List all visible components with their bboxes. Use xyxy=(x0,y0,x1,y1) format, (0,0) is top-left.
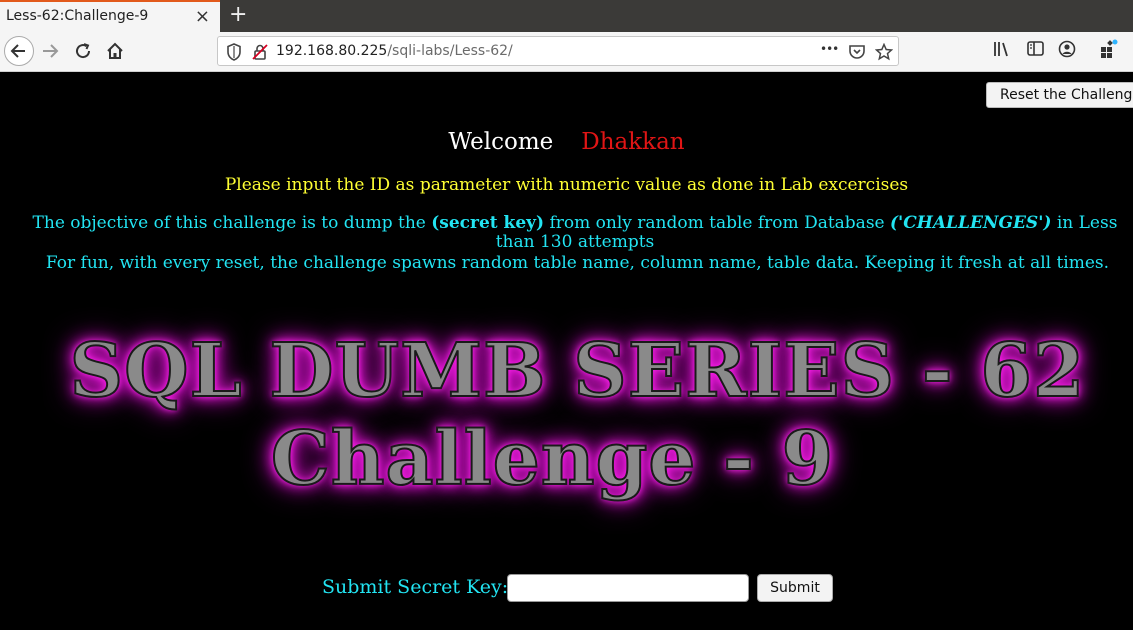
secret-key-input[interactable] xyxy=(507,574,749,602)
home-icon xyxy=(107,42,123,59)
objective-mid: from only random table from Database xyxy=(544,213,891,233)
banner-subtitle: Challenge - 9 xyxy=(270,415,835,503)
forward-button[interactable] xyxy=(35,36,65,66)
reload-button[interactable] xyxy=(68,36,98,66)
back-arrow-icon xyxy=(10,44,25,58)
submit-key-label: Submit Secret Key: xyxy=(322,576,509,598)
forward-arrow-icon xyxy=(43,44,59,58)
address-bar[interactable]: 192.168.80.225/sqli-labs/Less-62/ ••• xyxy=(217,36,899,66)
tab-title: Less-62:Challenge-9 xyxy=(6,8,149,24)
navigation-toolbar: 192.168.80.225/sqli-labs/Less-62/ ••• xyxy=(0,32,1133,72)
shield-icon[interactable] xyxy=(226,43,242,61)
instruction-text: Please input the ID as parameter with nu… xyxy=(224,175,909,195)
home-button[interactable] xyxy=(100,36,130,66)
fun-text: For fun, with every reset, the challenge… xyxy=(45,253,1110,273)
page-actions-icon[interactable]: ••• xyxy=(820,42,839,56)
reload-icon xyxy=(76,43,91,59)
close-tab-icon[interactable]: × xyxy=(195,6,210,27)
bookmark-star-icon[interactable] xyxy=(875,43,893,61)
objective-pre: The objective of this challenge is to du… xyxy=(32,213,432,233)
welcome-line: Welcome Dhakkan xyxy=(0,129,1133,155)
objective-text: The objective of this challenge is to du… xyxy=(25,214,1125,252)
welcome-username: Dhakkan xyxy=(581,129,685,155)
objective-secret-key: (secret key) xyxy=(431,213,545,233)
objective-database: ('CHALLENGES') xyxy=(890,213,1052,233)
tab-active[interactable]: Less-62:Challenge-9 × xyxy=(0,0,220,32)
url-text[interactable]: 192.168.80.225/sqli-labs/Less-62/ xyxy=(276,43,513,59)
reset-challenge-button[interactable]: Reset the Challenge! xyxy=(986,82,1133,108)
banner-title: SQL DUMB SERIES - 62 xyxy=(69,327,1086,415)
library-icon[interactable] xyxy=(992,38,1012,60)
url-host: 192.168.80.225 xyxy=(276,43,388,59)
back-button[interactable] xyxy=(4,36,34,66)
sidebar-icon[interactable] xyxy=(1026,38,1046,60)
submit-button[interactable]: Submit xyxy=(757,574,833,602)
new-tab-icon[interactable]: + xyxy=(229,2,247,27)
tab-strip: Less-62:Challenge-9 × + xyxy=(0,0,1133,32)
insecure-lock-icon[interactable] xyxy=(252,43,268,61)
welcome-label: Welcome xyxy=(448,129,554,155)
extensions-icon[interactable] xyxy=(1098,38,1120,60)
url-path: /sqli-labs/Less-62/ xyxy=(387,43,513,59)
pocket-icon[interactable] xyxy=(848,43,866,61)
account-icon[interactable] xyxy=(1057,38,1077,60)
